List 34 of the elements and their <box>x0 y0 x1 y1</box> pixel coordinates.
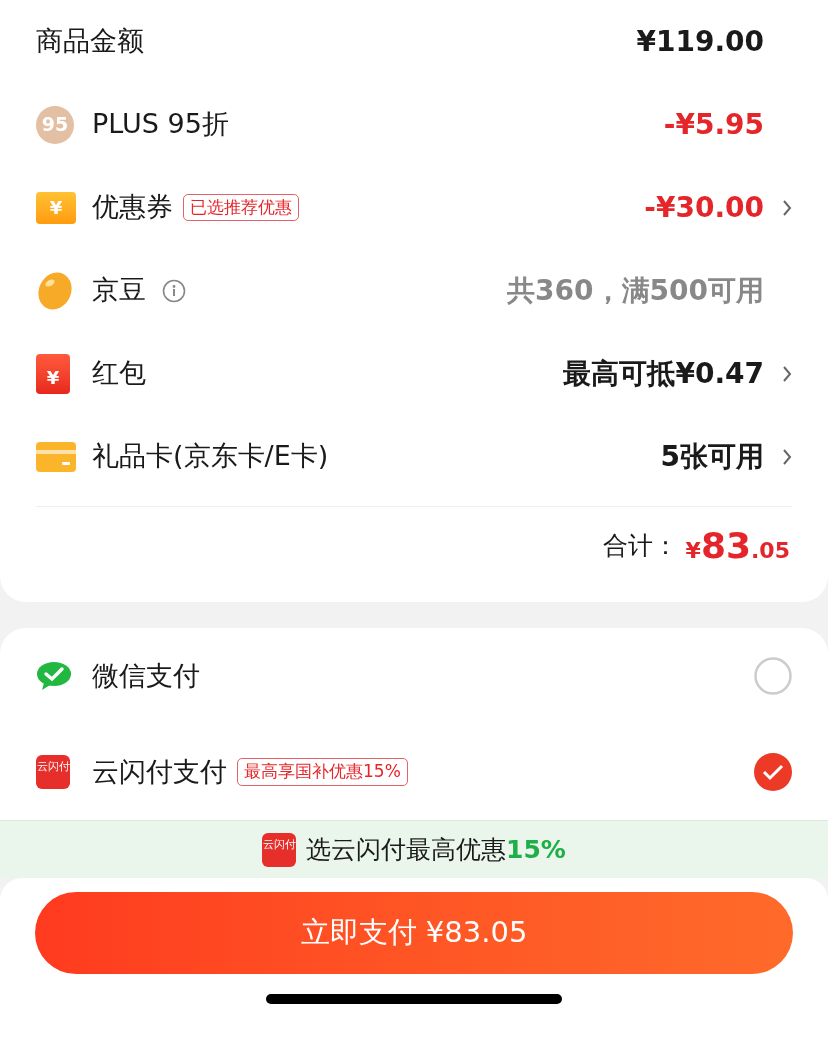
tag-label: 最高享国补优惠15% <box>237 758 408 786</box>
promo-text: 选云闪付最高优惠15% <box>306 833 566 866</box>
row-label: 红包 <box>92 356 146 391</box>
payment-label: 微信支付 <box>92 658 200 693</box>
radio-button[interactable] <box>754 657 792 695</box>
row-value: ¥119.00 <box>636 23 764 60</box>
row-value: -¥30.00 <box>644 189 764 226</box>
total-label: 合计： <box>602 529 678 562</box>
payment-option[interactable]: 微信支付 <box>36 628 792 724</box>
row-label: 商品金额 <box>36 24 144 59</box>
card-icon <box>36 441 76 472</box>
chevron-right-icon[interactable] <box>782 364 792 383</box>
payment-option[interactable]: 云闪付 云闪付支付 最高享国补优惠15% <box>36 724 792 820</box>
chevron-right-icon[interactable] <box>782 447 792 466</box>
row-value: 5张可用 <box>660 438 764 475</box>
bean-icon <box>36 270 74 311</box>
row-value: -¥5.95 <box>663 106 764 143</box>
radio-checked[interactable] <box>754 753 792 791</box>
app-logo-icon: 云闪付 <box>36 755 70 789</box>
row-label: 优惠券 <box>92 190 173 225</box>
chevron-right-icon[interactable] <box>782 198 792 217</box>
app-logo-icon: 云闪付 <box>262 832 297 867</box>
row-label: 京豆 <box>92 273 146 308</box>
envelope-icon: ¥ <box>36 353 70 394</box>
plus-badge-icon: 95 <box>36 105 74 144</box>
chat-bubble-icon <box>36 661 72 691</box>
row-label: PLUS 95折 <box>92 107 229 142</box>
tag-label: 已选推荐优惠 <box>183 193 299 222</box>
coupon-icon: ¥ <box>36 191 76 224</box>
payment-label: 云闪付支付 <box>92 754 227 789</box>
row-label: 礼品卡(京东卡/E卡) <box>92 439 329 474</box>
row-value: 共360，满500可用 <box>507 272 764 309</box>
total-amount: ¥83.05 <box>685 523 790 568</box>
row-value: 最高可抵¥0.47 <box>563 355 764 392</box>
